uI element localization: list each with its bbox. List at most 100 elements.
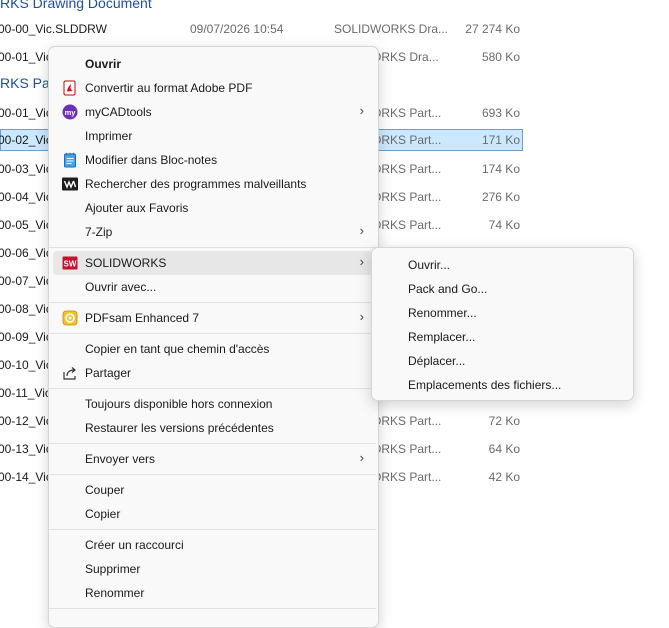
chevron-right-icon: › — [359, 450, 364, 465]
file-size: 72 Ko — [488, 414, 520, 428]
file-type: ORKS Part... — [372, 106, 442, 120]
file-name: 00-06_Vic — [0, 246, 52, 260]
menu-item-add-favorites[interactable]: Ajouter aux Favoris — [53, 196, 373, 220]
menu-item-send-to[interactable]: Envoyer vers › — [53, 447, 373, 471]
submenu-item-label: Emplacements des fichiers... — [408, 378, 562, 392]
menu-item-print[interactable]: Imprimer — [53, 124, 373, 148]
menu-item-copy-path[interactable]: Copier en tant que chemin d'accès — [53, 337, 373, 361]
menu-item-label: Convertir au format Adobe PDF — [85, 81, 253, 95]
menu-item-label: Partager — [85, 366, 132, 380]
menu-item-label: SOLIDWORKS — [85, 256, 167, 270]
file-type: ORKS Part... — [372, 133, 442, 147]
menu-item-label: PDFsam Enhanced 7 — [85, 311, 200, 325]
menu-item-label: Renommer — [85, 586, 145, 600]
submenu-item-pack-and-go[interactable]: Pack and Go... — [376, 277, 628, 301]
malware-scan-icon — [62, 176, 78, 192]
menu-item-solidworks[interactable]: SW SOLIDWORKS › — [53, 251, 373, 275]
file-name: 00-01_Vic — [0, 106, 52, 120]
menu-item-open[interactable]: Ouvrir — [53, 52, 373, 76]
chevron-right-icon: › — [359, 309, 364, 324]
menu-item-label: Couper — [85, 483, 125, 497]
menu-item-copy[interactable]: Copier — [53, 502, 373, 526]
menu-item-label: Créer un raccourci — [85, 538, 184, 552]
file-name: 00-04_Vic — [0, 190, 52, 204]
file-name: 00-03_Vic — [0, 162, 52, 176]
menu-item-restore-versions[interactable]: Restaurer les versions précédentes — [53, 416, 373, 440]
menu-item-label: Imprimer — [85, 129, 133, 143]
file-name: 00-07_Vic — [0, 274, 52, 288]
menu-separator — [49, 529, 376, 530]
menu-item-cut[interactable]: Couper — [53, 478, 373, 502]
file-name: 00-10_Vic — [0, 358, 52, 372]
group-header-part[interactable]: RKS Par — [0, 75, 54, 91]
submenu-item-file-locations[interactable]: Emplacements des fichiers... — [376, 373, 628, 397]
notepad-icon — [62, 152, 78, 168]
file-size: 64 Ko — [488, 442, 520, 456]
file-name: 00-00_Vic.SLDDRW — [0, 22, 107, 36]
menu-item-label: Restaurer les versions précédentes — [85, 421, 274, 435]
menu-item-label: 7-Zip — [85, 225, 113, 239]
file-name: 00-14_Vic — [0, 470, 52, 484]
context-menu: Ouvrir Convertir au format Adobe PDF my … — [48, 46, 379, 628]
menu-item-convert-pdf[interactable]: Convertir au format Adobe PDF — [53, 76, 373, 100]
menu-item-share[interactable]: Partager — [53, 361, 373, 385]
menu-separator — [49, 474, 376, 475]
file-size: 74 Ko — [488, 218, 520, 232]
file-size: 693 Ko — [481, 106, 520, 120]
file-type: ORKS Part... — [372, 442, 442, 456]
menu-item-label: Ajouter aux Favoris — [85, 201, 189, 215]
menu-separator — [49, 302, 376, 303]
file-type: ORKS Part... — [372, 414, 442, 428]
menu-item-edit-notepad[interactable]: Modifier dans Bloc-notes — [53, 148, 373, 172]
file-type: SOLIDWORKS Dra... — [334, 22, 449, 36]
file-size: 174 Ko — [481, 162, 520, 176]
submenu-item-move[interactable]: Déplacer... — [376, 349, 628, 373]
menu-item-pdfsam[interactable]: PDFsam Enhanced 7 › — [53, 306, 373, 330]
file-name: 00-12_Vic — [0, 414, 52, 428]
menu-item-open-with[interactable]: Ouvrir avec... — [53, 275, 373, 299]
submenu-item-label: Ouvrir... — [408, 258, 451, 272]
file-type: ORKS Part... — [372, 470, 442, 484]
menu-separator — [49, 247, 376, 248]
menu-item-always-offline[interactable]: Toujours disponible hors connexion — [53, 392, 373, 416]
menu-item-label: Copier en tant que chemin d'accès — [85, 342, 270, 356]
solidworks-submenu: Ouvrir... Pack and Go... Renommer... Rem… — [371, 247, 634, 401]
menu-separator — [49, 443, 376, 444]
submenu-item-replace[interactable]: Remplacer... — [376, 325, 628, 349]
file-size: 171 Ko — [481, 133, 520, 147]
file-size: 276 Ko — [481, 190, 520, 204]
menu-item-label: Copier — [85, 507, 121, 521]
file-name: 00-09_Vic — [0, 330, 52, 344]
menu-item-label: Modifier dans Bloc-notes — [85, 153, 218, 167]
svg-text:my: my — [65, 108, 77, 117]
file-row[interactable]: 00-00_Vic.SLDDRW 09/07/2026 10:54 SOLIDW… — [0, 18, 669, 42]
menu-item-mycadtools[interactable]: my myCADtools › — [53, 100, 373, 124]
svg-text:SW: SW — [64, 260, 77, 269]
file-name: 00-08_Vic — [0, 302, 52, 316]
solidworks-icon: SW — [62, 255, 78, 271]
menu-item-label: myCADtools — [85, 105, 152, 119]
file-size: 42 Ko — [488, 470, 520, 484]
pdfsam-icon — [62, 310, 78, 326]
file-type: ORKS Part... — [372, 218, 442, 232]
submenu-item-label: Pack and Go... — [408, 282, 488, 296]
file-type: ORKS Part... — [372, 162, 442, 176]
menu-item-label: Rechercher des programmes malveillants — [85, 177, 307, 191]
menu-item-scan-malware[interactable]: Rechercher des programmes malveillants — [53, 172, 373, 196]
file-type: ORKS Dra... — [372, 50, 439, 64]
menu-item-label: Envoyer vers — [85, 452, 156, 466]
pdf-icon — [62, 80, 78, 96]
submenu-item-label: Renommer... — [408, 306, 477, 320]
submenu-item-open[interactable]: Ouvrir... — [376, 253, 628, 277]
menu-item-label: Toujours disponible hors connexion — [85, 397, 273, 411]
menu-item-7zip[interactable]: 7-Zip › — [53, 220, 373, 244]
menu-item-label: Ouvrir avec... — [85, 280, 157, 294]
menu-item-rename[interactable]: Renommer — [53, 581, 373, 605]
file-name: 00-11_Vic — [0, 386, 51, 400]
chevron-right-icon: › — [359, 223, 364, 238]
submenu-item-rename[interactable]: Renommer... — [376, 301, 628, 325]
menu-item-delete[interactable]: Supprimer — [53, 557, 373, 581]
menu-item-create-shortcut[interactable]: Créer un raccourci — [53, 533, 373, 557]
file-name: 00-01_Vic — [0, 50, 52, 64]
group-header-drawing[interactable]: RKS Drawing Document — [0, 0, 152, 11]
